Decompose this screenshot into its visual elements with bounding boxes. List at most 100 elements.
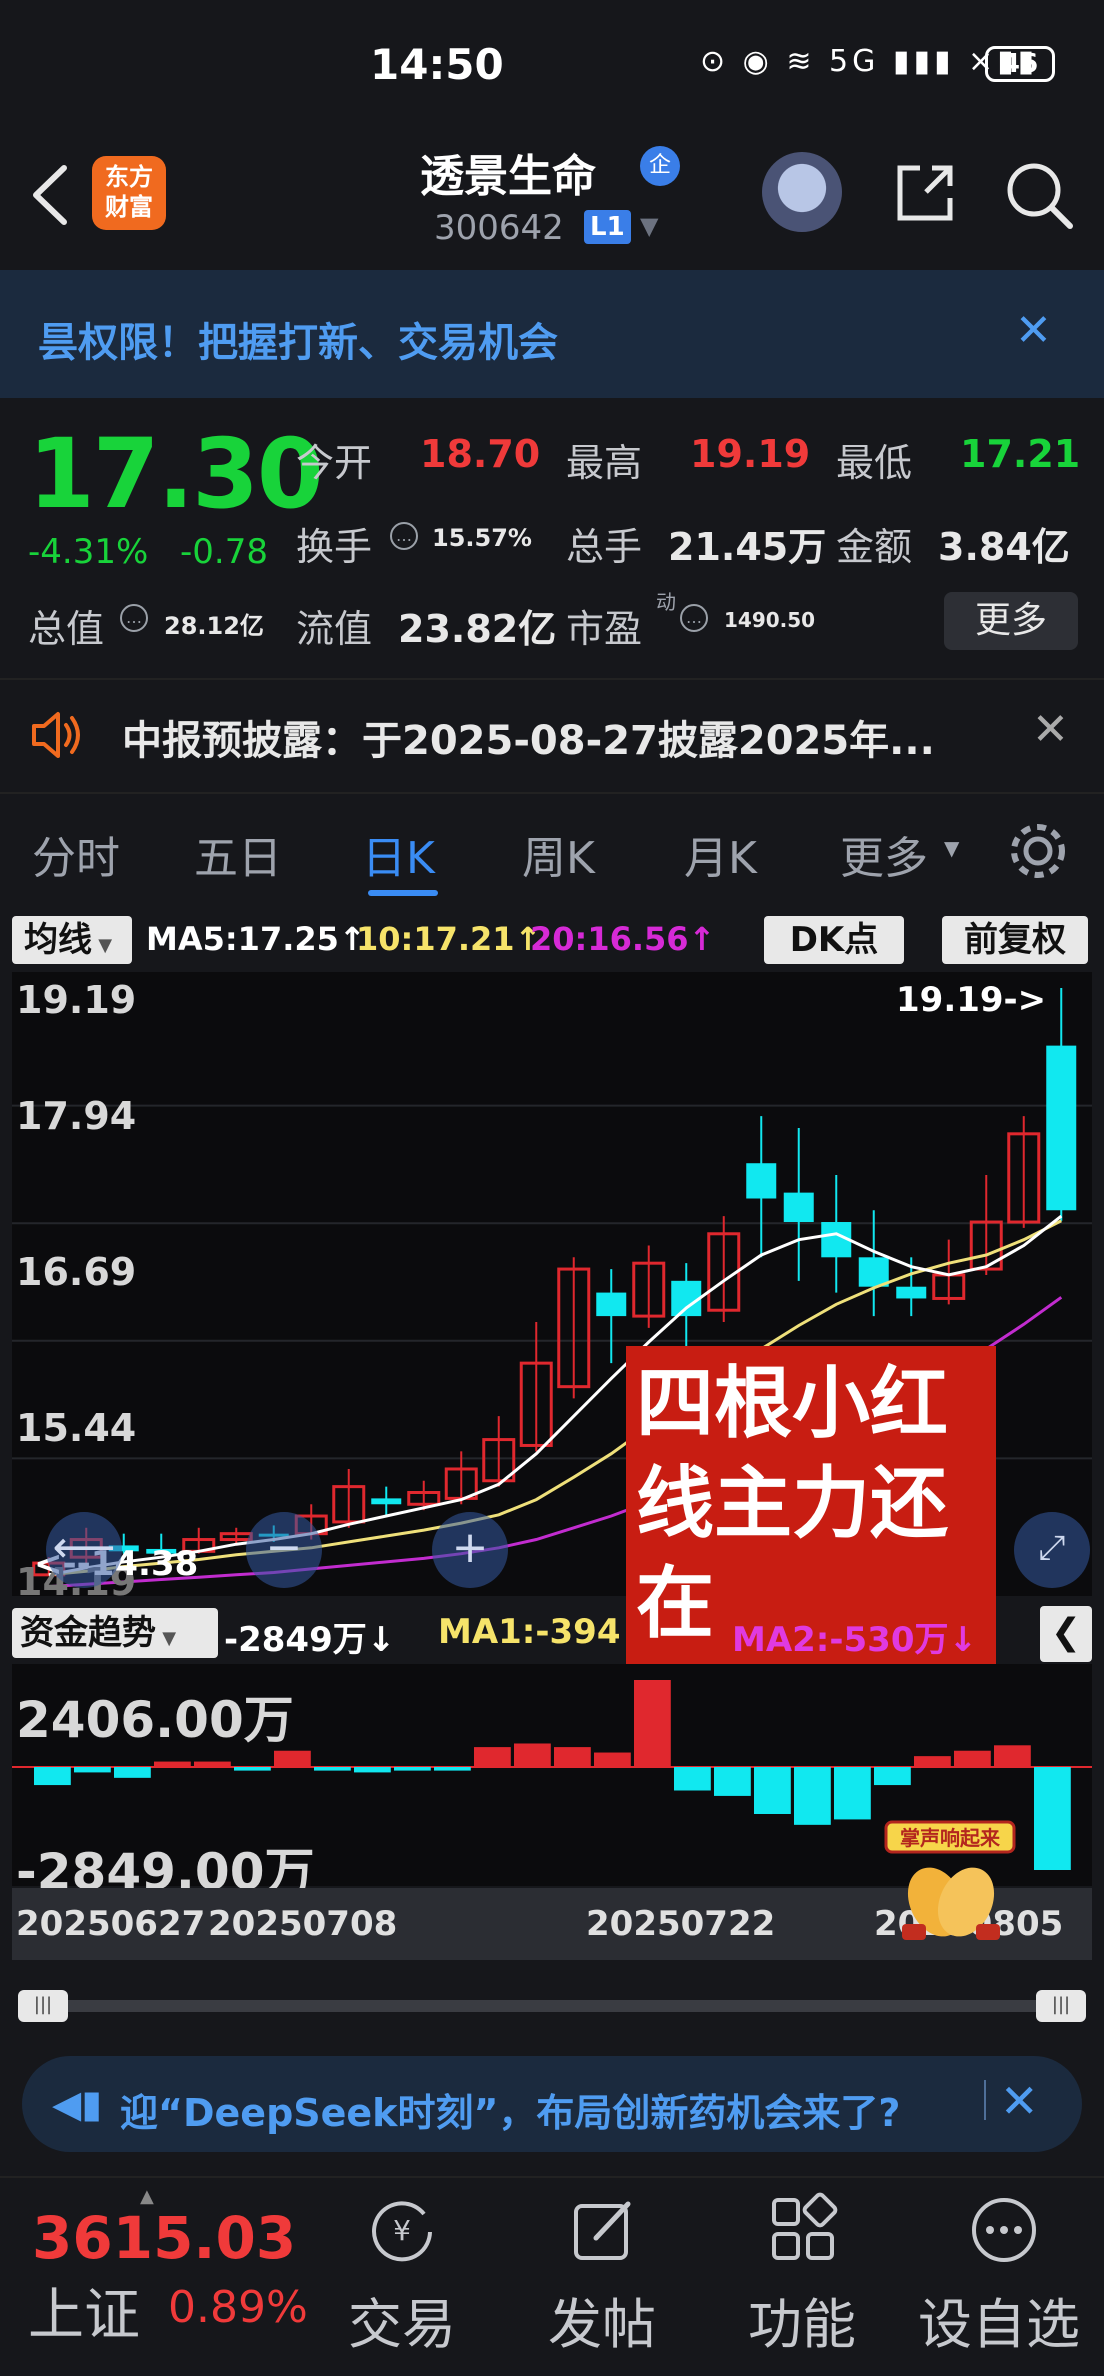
nav-functions[interactable]: 功能 [748, 2280, 856, 2359]
mf-y-max-label: 2406.00万 [16, 1691, 294, 1749]
stock-code[interactable]: 300642 [434, 208, 564, 248]
tab-intraday[interactable]: 分时 [32, 822, 120, 886]
ai-robot-icon[interactable] [762, 152, 842, 232]
index-percent[interactable]: 0.89% [168, 2282, 308, 2333]
ma10-readout: 10:17.21↑ [356, 920, 542, 958]
more-button[interactable]: 更多 [944, 592, 1078, 650]
tab-active-indicator [368, 890, 438, 896]
promo-text[interactable]: 迎“DeepSeek时刻”，布局创新药机会来了? [120, 2082, 900, 2137]
volume-label: 总手 [566, 525, 643, 569]
gear-icon[interactable] [1005, 818, 1071, 884]
low-label: 最低 [836, 441, 913, 485]
tab-more[interactable]: 更多 [840, 822, 928, 886]
apps-icon[interactable] [766, 2192, 842, 2268]
ma-dropdown[interactable]: 均线 ▼ [12, 916, 132, 964]
zoom-left-button[interactable]: ⟵ [46, 1512, 122, 1588]
share-icon[interactable] [890, 158, 960, 228]
flow-bar [674, 1766, 711, 1791]
flow-bar [594, 1752, 631, 1767]
candle-body [746, 1163, 777, 1199]
close-icon[interactable]: ✕ [1015, 305, 1052, 356]
back-icon[interactable] [20, 160, 80, 230]
flow-bar [834, 1766, 871, 1820]
high-value: 19.19 [690, 432, 811, 476]
x-tick-label: 20250708 [208, 1904, 398, 1944]
notice-text[interactable]: 中报预披露：于2025-08-27披露2025年... [122, 708, 935, 766]
flow-bar [914, 1756, 951, 1767]
nav-trade[interactable]: 交易 [348, 2280, 456, 2359]
candle-body [596, 1292, 627, 1317]
candle-body [858, 1257, 889, 1287]
search-icon[interactable] [1000, 156, 1076, 232]
low-value: 17.21 [960, 432, 1081, 476]
dk-point-button[interactable]: DK点 [764, 916, 904, 964]
zoom-in-button[interactable]: + [432, 1512, 508, 1588]
market-cap-label: 总值 [28, 607, 105, 651]
trade-icon[interactable]: ¥ [364, 2192, 440, 2268]
tab-day-k[interactable]: 日K [362, 822, 435, 886]
volume-value: 21.45万 [668, 525, 827, 569]
turnover-label: 换手 [296, 525, 373, 569]
flow-bar [274, 1750, 311, 1767]
chevron-down-icon[interactable]: ▼ [640, 212, 658, 240]
x-tick-label: 20250627 [16, 1904, 206, 1944]
flow-bar [554, 1747, 591, 1767]
stock-title: 透景生命 [420, 151, 596, 202]
pe-value: 1490.50 [724, 608, 816, 632]
tab-month-k[interactable]: 月K [684, 822, 757, 886]
flow-bar [754, 1766, 791, 1814]
amount-value: 3.84亿 [938, 525, 1070, 569]
level-badge[interactable]: L1 [584, 210, 631, 244]
flow-bar [434, 1766, 471, 1771]
compose-icon[interactable] [566, 2192, 642, 2268]
info-icon[interactable]: … [120, 604, 148, 632]
svg-text:¥: ¥ [393, 2214, 411, 2247]
y-tick-label: 16.69 [16, 1250, 137, 1294]
pe-label: 市盈 [566, 607, 643, 651]
flow-bar [1034, 1766, 1071, 1870]
candle-body [896, 1286, 927, 1299]
current-price: 17.30 [28, 418, 324, 530]
market-cap-value: 28.12亿 [164, 612, 264, 640]
chevron-down-icon[interactable]: ▼ [944, 836, 959, 860]
tab-five-day[interactable]: 五日 [194, 822, 282, 886]
flow-bar [394, 1766, 431, 1771]
flow-bar [994, 1745, 1031, 1767]
adjust-button[interactable]: 前复权 [942, 916, 1088, 964]
scroll-handle-left[interactable]: ||| [18, 1990, 68, 2022]
candle-body [671, 1280, 702, 1317]
info-icon[interactable]: … [680, 604, 708, 632]
scroll-handle-right[interactable]: ||| [1036, 1990, 1086, 2022]
tab-week-k[interactable]: 周K [522, 822, 595, 886]
flow-bar [714, 1766, 751, 1796]
change-percent: -4.31% [28, 532, 149, 572]
info-icon[interactable]: … [390, 522, 418, 550]
flow-bar [874, 1766, 911, 1786]
y-tick-label: 15.44 [16, 1406, 137, 1450]
amount-label: 金额 [836, 525, 913, 569]
pe-dynamic-mark: 动 [656, 590, 676, 614]
close-icon[interactable]: ✕ [1000, 2074, 1039, 2128]
close-icon[interactable]: ✕ [1032, 704, 1069, 755]
money-flow-value: -2849万↓ [224, 1620, 396, 1660]
nav-post[interactable]: 发帖 [548, 2280, 656, 2359]
sticker-text: 掌声响起来 [900, 1826, 1001, 1850]
chart-scrollbar[interactable] [18, 2000, 1086, 2012]
flow-bar [234, 1766, 271, 1771]
index-value[interactable]: 3615.03 [32, 2204, 296, 2272]
logo-line-1: 东方 [105, 163, 153, 191]
money-flow-ma2: MA2:-530万↓ [732, 1620, 977, 1660]
logo-line-2: 财富 [105, 193, 153, 221]
money-flow-dropdown[interactable]: 资金趋势 ▼ [12, 1608, 218, 1658]
nav-watchlist[interactable]: 设自选 [918, 2280, 1080, 2359]
banner-text[interactable]: 昙权限！把握打新、交易机会 [38, 310, 558, 368]
zoom-out-button[interactable]: − [246, 1512, 322, 1588]
fullscreen-icon[interactable]: ⤢ [1014, 1512, 1090, 1588]
chevron-left-icon[interactable]: ❮ [1040, 1606, 1092, 1662]
money-flow-dropdown-label: 资金趋势 [20, 1613, 156, 1653]
speaker-icon [32, 712, 80, 758]
app-logo[interactable]: 东方 财富 [92, 156, 166, 230]
more-dots-icon[interactable] [966, 2192, 1042, 2268]
index-name[interactable]: 上证 [28, 2270, 140, 2351]
flow-bar [514, 1743, 551, 1767]
